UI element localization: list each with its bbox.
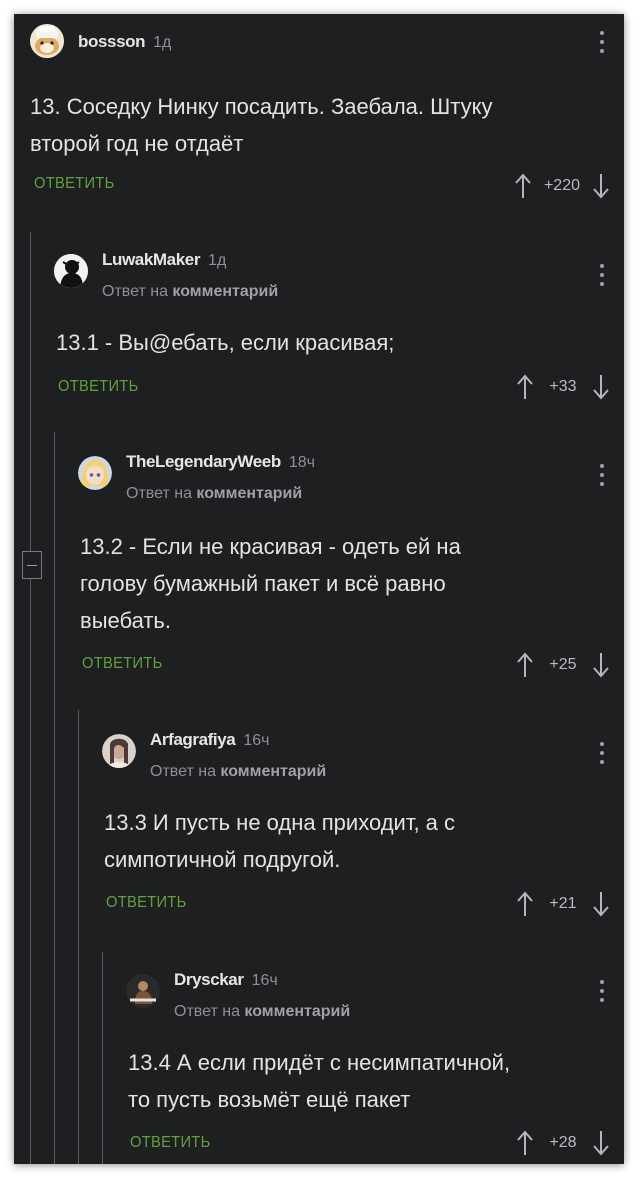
- arrow-up-icon[interactable]: [512, 171, 534, 201]
- vote-control: +21: [514, 889, 612, 919]
- comment-text: 13.1 - Вы@ебать, если красивая;: [56, 330, 395, 355]
- arrow-down-icon[interactable]: [590, 1128, 612, 1158]
- photo-avatar[interactable]: [102, 734, 136, 768]
- arrow-up-icon[interactable]: [514, 650, 536, 680]
- arrow-down-icon[interactable]: [590, 372, 612, 402]
- reply-button[interactable]: ОТВЕТИТЬ: [106, 894, 187, 912]
- comment-time: 16ч: [243, 732, 270, 749]
- username[interactable]: TheLegendaryWeeb 18ч: [126, 452, 315, 472]
- reply-target-link[interactable]: комментарий: [220, 763, 326, 780]
- comment-thread: bossson 1д 13. Соседку Нинку посадить. За…: [14, 14, 624, 1164]
- reply-note: Ответ на комментарий: [174, 1003, 351, 1020]
- reply-button[interactable]: ОТВЕТИТЬ: [58, 378, 139, 396]
- reply-button[interactable]: ОТВЕТИТЬ: [82, 655, 163, 673]
- more-vertical-icon[interactable]: [599, 31, 605, 53]
- reply-target-link[interactable]: комментарий: [172, 283, 278, 300]
- more-vertical-icon[interactable]: [599, 264, 605, 286]
- comment-text: 13.3 И пусть не одна приходит, а с симпо…: [104, 810, 456, 872]
- comment-time: 1д: [208, 252, 227, 269]
- comment-text: 13.2 - Если не красивая - одеть ей на го…: [80, 534, 461, 633]
- username[interactable]: LuwakMaker 1д: [102, 250, 226, 270]
- score: +220: [543, 177, 580, 194]
- collapse-thread-icon[interactable]: [22, 551, 42, 579]
- reply-target-link[interactable]: комментарий: [196, 485, 302, 502]
- arrow-down-icon[interactable]: [590, 171, 612, 201]
- reply-note: Ответ на комментарий: [102, 283, 279, 300]
- vote-control: +28: [514, 1128, 612, 1158]
- thread-line-level-1: [30, 232, 31, 1164]
- score: +25: [549, 656, 577, 673]
- figure-avatar[interactable]: [126, 974, 160, 1008]
- thread-line-level-3: [78, 710, 79, 1164]
- thread-line-level-2: [54, 432, 55, 1164]
- thread-line-level-4: [102, 952, 103, 1164]
- vote-control: +220: [512, 171, 612, 201]
- reply-button[interactable]: ОТВЕТИТЬ: [130, 1134, 211, 1152]
- score: +28: [549, 1134, 577, 1151]
- comment-time: 18ч: [288, 454, 315, 471]
- reply-note: Ответ на комментарий: [150, 763, 327, 780]
- reply-button[interactable]: ОТВЕТИТЬ: [34, 175, 115, 193]
- arrow-up-icon[interactable]: [514, 889, 536, 919]
- hamster-avatar[interactable]: [30, 24, 64, 58]
- score: +21: [549, 895, 577, 912]
- comment-time: 1д: [153, 34, 172, 51]
- silhouette-avatar[interactable]: [54, 254, 88, 288]
- more-vertical-icon[interactable]: [599, 980, 605, 1002]
- vote-control: +33: [514, 372, 612, 402]
- arrow-down-icon[interactable]: [590, 650, 612, 680]
- more-vertical-icon[interactable]: [599, 742, 605, 764]
- arrow-up-icon[interactable]: [514, 1128, 536, 1158]
- reply-note: Ответ на комментарий: [126, 485, 303, 502]
- arrow-down-icon[interactable]: [590, 889, 612, 919]
- username[interactable]: Drysckar 16ч: [174, 970, 278, 990]
- username[interactable]: Arfagrafiya 16ч: [150, 730, 270, 750]
- comment-text: 13. Соседку Нинку посадить. Заебала. Шту…: [30, 94, 493, 156]
- arrow-up-icon[interactable]: [514, 372, 536, 402]
- comment-text: 13.4 А если придёт с несимпатичной, то п…: [128, 1050, 511, 1112]
- vote-control: +25: [514, 650, 612, 680]
- score: +33: [549, 378, 577, 395]
- more-vertical-icon[interactable]: [599, 464, 605, 486]
- comment-time: 16ч: [251, 972, 278, 989]
- reply-target-link[interactable]: комментарий: [244, 1003, 350, 1020]
- anime-girl-avatar[interactable]: [78, 456, 112, 490]
- username[interactable]: bossson 1д: [78, 32, 171, 52]
